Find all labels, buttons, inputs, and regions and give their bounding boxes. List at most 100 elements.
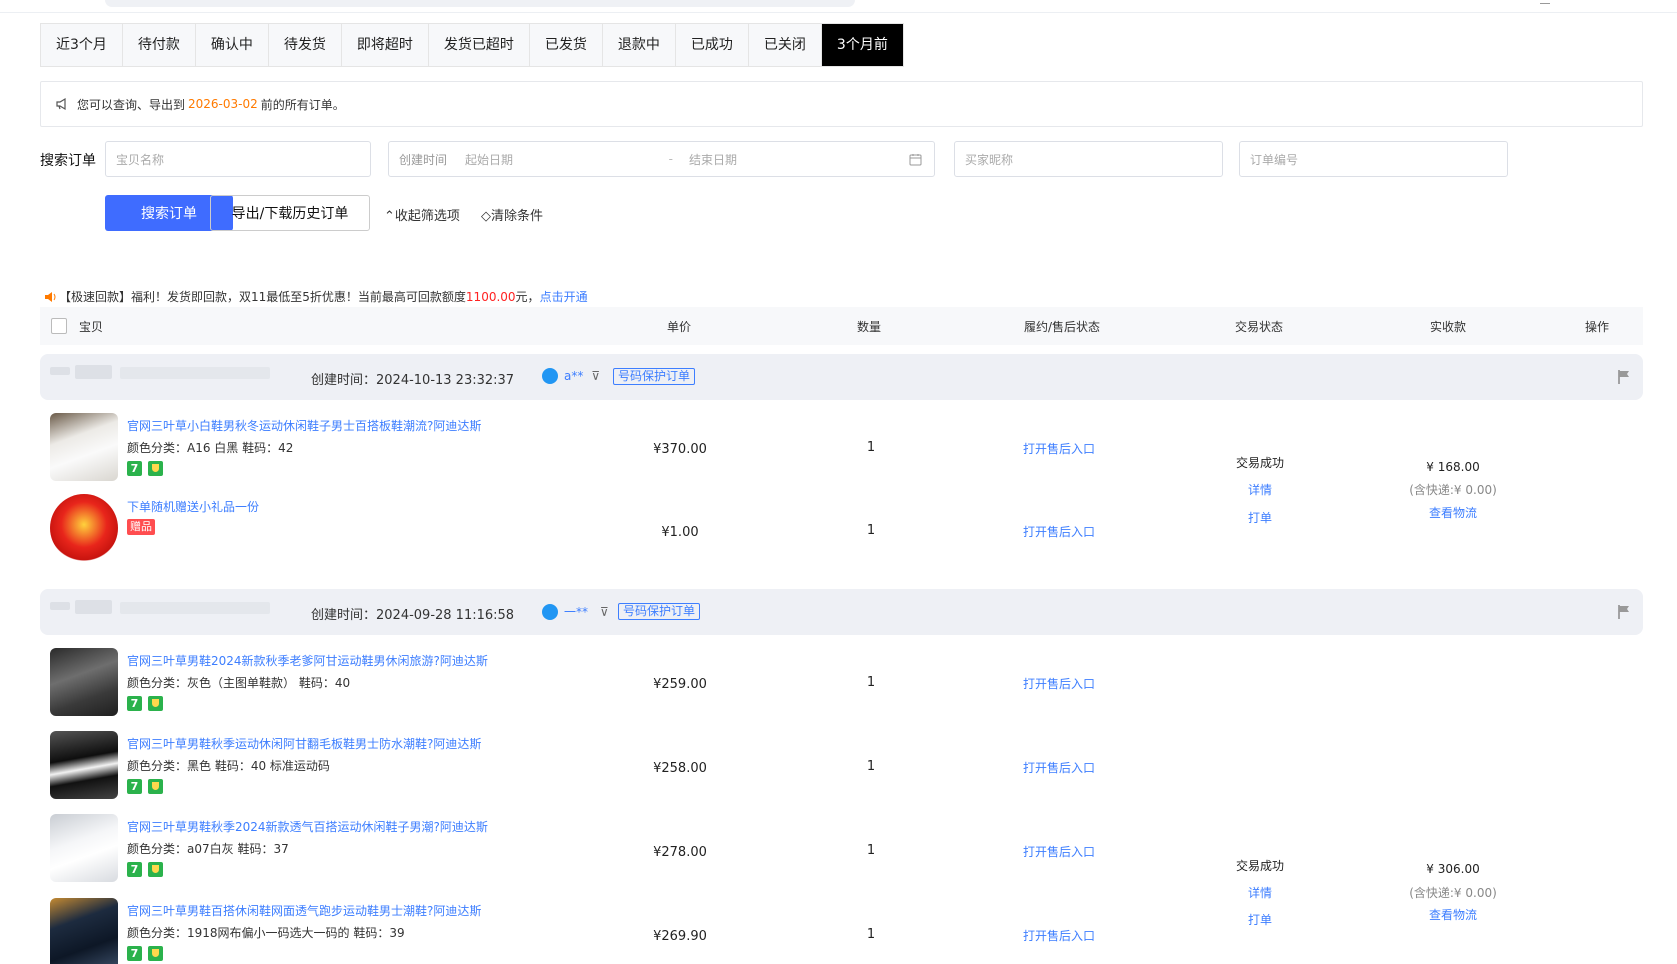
buyer-info[interactable]: a** ⊽ <box>542 368 600 384</box>
tab-closed[interactable]: 已关闭 <box>748 24 822 66</box>
tab-shipment-overdue[interactable]: 发货已超时 <box>428 24 530 66</box>
product-title-link[interactable]: 下单随机赠送小礼品一份 <box>127 498 259 515</box>
collapse-filters-link[interactable]: ⌃收起筛选项 <box>384 205 460 224</box>
flag-icon[interactable] <box>1617 369 1631 385</box>
print-order-link[interactable]: 打单 <box>1210 509 1310 526</box>
product-attributes: 颜色分类：A16 白黑 鞋码：42 <box>127 441 294 455</box>
product-title-link[interactable]: 官网三叶草男鞋2024新款秋季老爹阿甘运动鞋男休闲旅游?阿迪达斯 <box>127 652 488 669</box>
view-logistics-link[interactable]: 查看物流 <box>1393 906 1513 923</box>
after-sale-entry-link[interactable]: 打开售后入口 <box>1009 927 1109 944</box>
table-header: 宝贝 单价 数量 履约/售后状态 交易状态 实收款 操作 <box>40 307 1643 345</box>
created-time-label: 创建时间 <box>399 152 448 167</box>
order-detail-link[interactable]: 详情 <box>1210 481 1310 498</box>
filter-icon[interactable]: ⊽ <box>600 605 609 619</box>
buyer-name: a** <box>564 369 584 383</box>
product-attributes: 颜色分类：黑色 鞋码：40 标准运动码 <box>127 759 330 773</box>
order-id-masked <box>120 602 270 614</box>
order-status-tabs: 近3个月 待付款 确认中 待发货 即将超时 发货已超时 已发货 退款中 已成功 … <box>40 23 904 67</box>
start-date-input[interactable]: 起始日期 <box>465 151 513 168</box>
guarantee-icon <box>148 862 163 877</box>
clear-conditions-label: 清除条件 <box>491 209 544 224</box>
product-attributes: 颜色分类：灰色（主图单鞋款） 鞋码：40 <box>127 676 351 690</box>
promo-banner: 【极速回款】福利！发货即回款，双11最低至5折优惠！当前最高可回款额度 1100… <box>44 288 588 305</box>
product-badges: 7 <box>127 862 163 877</box>
product-title-link[interactable]: 官网三叶草男鞋百搭休闲鞋网面透气跑步运动鞋男士潮鞋?阿迪达斯 <box>127 902 481 919</box>
after-sale-entry-link[interactable]: 打开售后入口 <box>1009 523 1109 540</box>
product-thumbnail[interactable] <box>50 648 118 716</box>
unit-price: ¥259.00 <box>653 677 707 692</box>
product-thumbnail[interactable] <box>50 731 118 799</box>
unit-price: ¥1.00 <box>661 525 699 540</box>
promo-open-link[interactable]: 点击开通 <box>540 288 588 305</box>
wangwang-chat-icon[interactable] <box>542 603 558 620</box>
product-thumbnail[interactable] <box>50 814 118 882</box>
tab-refunding[interactable]: 退款中 <box>602 24 676 66</box>
after-sale-entry-link[interactable]: 打开售后入口 <box>1009 440 1109 457</box>
tab-about-to-timeout[interactable]: 即将超时 <box>341 24 429 66</box>
header-action: 操作 <box>1585 320 1610 334</box>
product-badges: 7 <box>127 461 163 476</box>
product-title-link[interactable]: 官网三叶草男鞋秋季2024新款透气百搭运动休闲鞋子男潮?阿迪达斯 <box>127 818 488 835</box>
seven-day-return-icon: 7 <box>127 862 142 877</box>
tab-shipped[interactable]: 已发货 <box>529 24 603 66</box>
order-id-masked <box>50 602 70 610</box>
quantity: 1 <box>866 440 876 455</box>
buyer-info[interactable]: 一** ⊽ <box>542 603 609 620</box>
unit-price: ¥269.90 <box>653 929 707 944</box>
tab-succeeded[interactable]: 已成功 <box>675 24 749 66</box>
filter-icon[interactable]: ⊽ <box>591 369 600 383</box>
export-notice: 您可以查询、导出到 2026-03-02 前的所有订单。 <box>40 81 1643 127</box>
wangwang-chat-icon[interactable] <box>542 368 558 384</box>
product-badges: 7 <box>127 779 163 794</box>
tab-3-months-ago[interactable]: 3个月前 <box>821 24 903 66</box>
header-after-sale: 履约/售后状态 <box>1024 320 1101 334</box>
notice-date: 2026-03-02 <box>188 97 258 111</box>
end-date-input[interactable]: 结束日期 <box>689 151 909 168</box>
calendar-icon[interactable] <box>909 153 922 166</box>
product-title-link[interactable]: 官网三叶草男鞋秋季运动休闲阿甘翻毛板鞋男士防水潮鞋?阿迪达斯 <box>127 735 481 752</box>
collapse-filters-label: 收起筛选项 <box>394 209 460 224</box>
caret-up-icon: ⌃ <box>384 209 395 224</box>
notice-prefix: 您可以查询、导出到 <box>77 97 186 112</box>
buyer-nickname-input[interactable]: 买家昵称 <box>954 141 1223 177</box>
flag-icon[interactable] <box>1617 604 1631 620</box>
created-date-range[interactable]: 创建时间 起始日期 - 结束日期 <box>388 141 935 177</box>
order-created-time: 创建时间：2024-10-13 23:32:37 <box>311 373 515 388</box>
quantity: 1 <box>866 759 876 774</box>
header-qty: 数量 <box>857 320 882 334</box>
select-all-checkbox[interactable] <box>51 318 67 334</box>
promo-text: 【极速回款】福利！发货即回款，双11最低至5折优惠！当前最高可回款额度 <box>59 290 466 304</box>
top-mini-icon <box>1540 0 1550 4</box>
speaker-icon <box>45 291 56 302</box>
buyer-name: 一** <box>564 605 589 619</box>
trade-status: 交易成功 <box>1235 456 1284 470</box>
product-thumbnail[interactable] <box>50 413 118 481</box>
unit-price: ¥258.00 <box>653 761 707 776</box>
print-order-link[interactable]: 打单 <box>1210 911 1310 928</box>
top-bar <box>0 0 1677 13</box>
tab-pending-payment[interactable]: 待付款 <box>122 24 196 66</box>
view-logistics-link[interactable]: 查看物流 <box>1393 504 1513 521</box>
header-trade-status: 交易状态 <box>1235 320 1284 334</box>
order-detail-link[interactable]: 详情 <box>1210 884 1310 901</box>
after-sale-entry-link[interactable]: 打开售后入口 <box>1009 759 1109 776</box>
item-name-input[interactable]: 宝贝名称 <box>105 141 371 177</box>
eraser-icon: ◇ <box>481 209 491 224</box>
after-sale-entry-link[interactable]: 打开售后入口 <box>1009 843 1109 860</box>
after-sale-entry-link[interactable]: 打开售后入口 <box>1009 675 1109 692</box>
product-title-link[interactable]: 官网三叶草小白鞋男秋冬运动休闲鞋子男士百搭板鞋潮流?阿迪达斯 <box>127 417 481 434</box>
shipping-fee: (含快递:¥ 0.00) <box>1409 886 1497 900</box>
top-search-bar-edge <box>105 0 855 7</box>
tab-confirming[interactable]: 确认中 <box>195 24 269 66</box>
order-number-input[interactable]: 订单编号 <box>1239 141 1508 177</box>
gift-thumbnail[interactable] <box>50 494 118 562</box>
export-history-button[interactable]: 导出/下载历史订单 <box>210 195 370 231</box>
clear-conditions-link[interactable]: ◇清除条件 <box>481 205 543 224</box>
order-id-masked <box>50 367 70 375</box>
number-protection-tag: 号码保护订单 <box>618 603 701 620</box>
tab-pending-shipment[interactable]: 待发货 <box>268 24 342 66</box>
trade-status: 交易成功 <box>1235 859 1284 873</box>
quantity: 1 <box>866 843 876 858</box>
product-thumbnail[interactable] <box>50 898 118 964</box>
tab-recent-3-months[interactable]: 近3个月 <box>41 24 123 66</box>
